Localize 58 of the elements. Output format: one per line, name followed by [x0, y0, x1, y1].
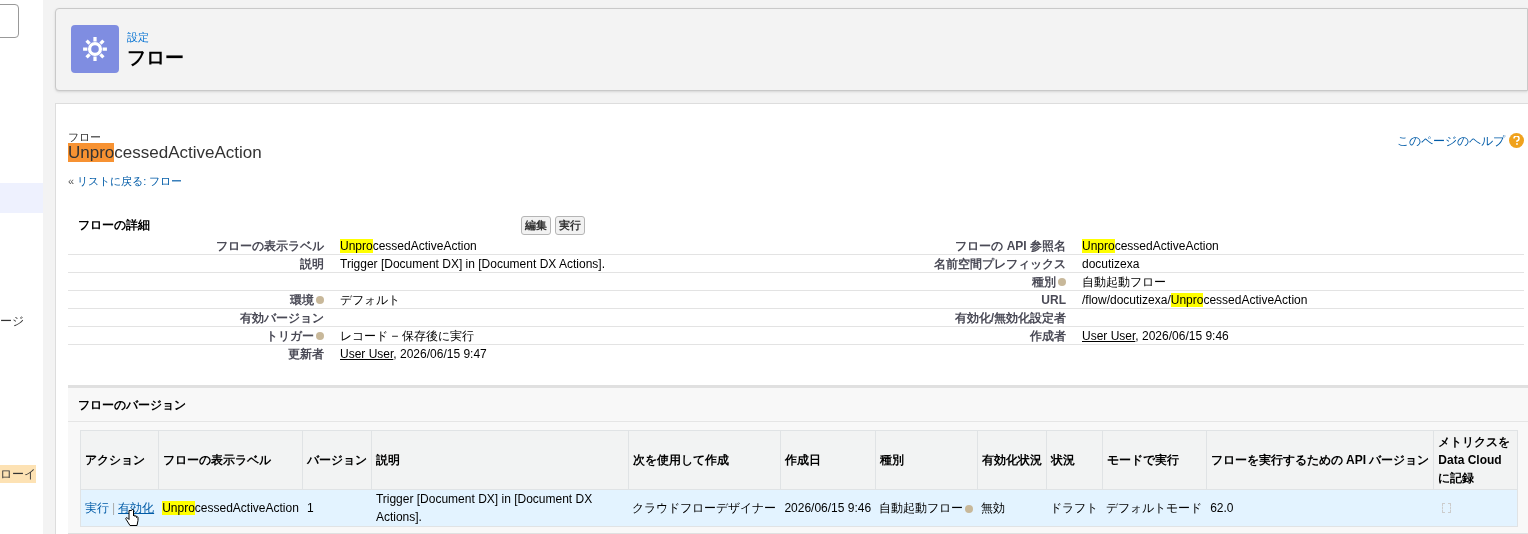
column-header: バージョン [302, 430, 372, 490]
field-value: 自動起動フロー [1082, 274, 1166, 289]
field-value: User User, 2026/06/15 9:47 [340, 347, 487, 361]
table-cell: クラウドフローデザイナー [632, 501, 777, 515]
column-header: 次を使用して作成 [628, 430, 781, 490]
field-label: 説明 [300, 255, 324, 273]
record-type-label: フロー [68, 131, 102, 143]
field-value: User User, 2026/06/15 9:46 [1082, 328, 1229, 343]
field-value: レコード − 保存後に実行 [340, 328, 474, 343]
run-link[interactable]: 実行 [85, 499, 109, 517]
field-label: 作成者 [1030, 327, 1066, 345]
field-label: トリガー [266, 327, 314, 345]
activate-link[interactable]: 有効化 [118, 499, 155, 517]
link-separator: | [112, 500, 116, 517]
table-cell: 2026/06/15 9:46 [784, 501, 872, 515]
table-cell: Trigger [Document DX] in [Document DX Actions]. [375, 492, 593, 524]
field-label: 有効化/無効化設定者 [954, 309, 1066, 327]
column-header: フローを実行するための API バージョン [1206, 430, 1434, 490]
action-button[interactable]: 編集 [521, 215, 551, 235]
field-label: 環境 [290, 291, 314, 309]
column-header: 種別 [875, 430, 978, 490]
column-header: 作成日 [780, 430, 876, 490]
table-cell: デフォルトモード [1106, 501, 1203, 515]
table-cell: 自動起動フロー [879, 501, 964, 515]
table-cell: 62.0 [1210, 501, 1234, 515]
table-cell: 1 [306, 501, 314, 515]
breadcrumb-link[interactable]: 設定 [127, 29, 184, 46]
field-value: docutizexa [1082, 256, 1140, 271]
column-header: 有効化状況 [977, 430, 1047, 490]
field-label: 更新者 [288, 346, 324, 363]
field-label: 有効バージョン [240, 309, 324, 327]
table-cell: ドラフト [1050, 501, 1099, 515]
field-label: フローの表示ラベル [216, 237, 324, 255]
table-cell: 無効 [981, 501, 1006, 515]
field-label: フローの API 参照名 [955, 237, 1066, 255]
field-value: デフォルト [340, 292, 400, 307]
column-header: アクション [80, 430, 159, 490]
action-button[interactable]: 実行 [555, 215, 585, 235]
column-header: フローの表示ラベル [158, 430, 303, 490]
column-header: モードで実行 [1102, 430, 1207, 490]
field-value: Trigger [Document DX] in [Document DX Actions]. [340, 256, 605, 271]
help-link[interactable]: このページのヘルプ [1397, 131, 1505, 150]
back-chevron-icon: « [68, 172, 75, 189]
back-link[interactable]: リストに戻る: フロー [77, 172, 183, 189]
section-title: フローの詳細 [77, 217, 151, 234]
record-title: UnprocessedActiveAction [68, 142, 262, 163]
section-title: フローのバージョン [78, 396, 186, 414]
column-header: 説明 [371, 430, 629, 490]
field-label: 名前空間プレフィックス [934, 255, 1066, 273]
field-label: 種別 [1032, 273, 1056, 291]
field-value: UnprocessedActiveAction [1082, 238, 1219, 253]
field-value: UnprocessedActiveAction [340, 238, 477, 253]
column-header: 状況 [1046, 430, 1103, 490]
field-label: URL [1041, 291, 1066, 309]
page-title: フロー [127, 45, 184, 70]
help-icon[interactable] [1509, 133, 1524, 148]
column-header: メトリクスを Data Cloud に記録 [1433, 430, 1518, 490]
gear-icon [71, 25, 119, 74]
